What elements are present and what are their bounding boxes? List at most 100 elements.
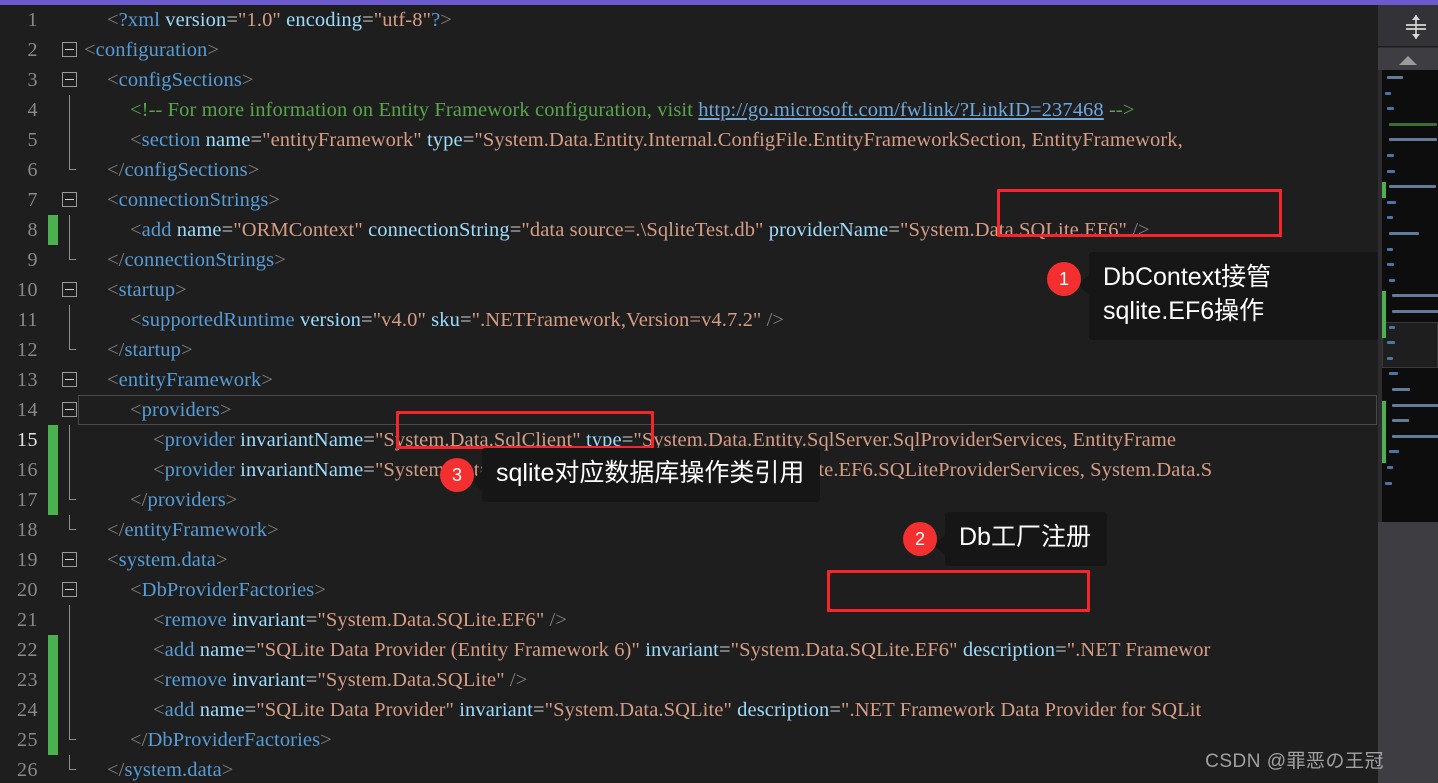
line-number: 13 bbox=[17, 368, 38, 391]
code-line-text: <remove invariant="System.Data.SQLite" /… bbox=[153, 668, 528, 691]
doc-link[interactable]: http://go.microsoft.com/fwlink/?LinkID=2… bbox=[698, 99, 1104, 121]
change-indicator bbox=[48, 665, 58, 695]
minimap-line bbox=[1391, 388, 1411, 391]
change-indicator bbox=[48, 335, 58, 365]
change-indicator bbox=[48, 155, 58, 185]
fold-guide-line bbox=[58, 755, 82, 783]
minimap-line bbox=[1387, 263, 1395, 267]
fold-collapse-icon[interactable] bbox=[58, 575, 82, 605]
minimap-line bbox=[1389, 450, 1399, 454]
minimap-line bbox=[1387, 247, 1394, 251]
minimap-line bbox=[1385, 481, 1392, 485]
code-line[interactable]: 22 <add name="SQLite Data Provider (Entit… bbox=[0, 635, 1378, 665]
fold-guide-line bbox=[58, 635, 82, 665]
code-line[interactable]: 7 <connectionStrings> bbox=[0, 185, 1378, 215]
fold-guide-line bbox=[58, 725, 82, 755]
change-indicator bbox=[48, 275, 58, 305]
minimap-line bbox=[1387, 356, 1394, 360]
callout-3: 3 sqlite对应数据库操作类引用 bbox=[440, 448, 821, 502]
change-indicator bbox=[48, 485, 58, 515]
line-number: 21 bbox=[17, 608, 38, 631]
line-number: 11 bbox=[17, 308, 38, 331]
code-line-text: </providers> bbox=[130, 488, 238, 511]
fold-guide-line bbox=[58, 5, 82, 35]
code-line[interactable]: 18 </entityFramework> bbox=[0, 515, 1378, 545]
fold-guide-line bbox=[58, 125, 82, 155]
line-number: 10 bbox=[17, 278, 38, 301]
code-line-text: </connectionStrings> bbox=[107, 248, 286, 271]
line-number: 6 bbox=[27, 158, 38, 181]
minimap-change-indicator bbox=[1382, 182, 1386, 198]
line-number: 2 bbox=[27, 38, 38, 61]
line-number: 12 bbox=[17, 338, 38, 361]
code-line[interactable]: 14 <providers> bbox=[0, 395, 1378, 425]
fold-collapse-icon[interactable] bbox=[58, 395, 82, 425]
split-view-button[interactable] bbox=[1378, 5, 1438, 47]
minimap[interactable] bbox=[1382, 70, 1438, 522]
line-number: 4 bbox=[27, 98, 38, 121]
code-line[interactable]: 21 <remove invariant="System.Data.SQLite.… bbox=[0, 605, 1378, 635]
fold-collapse-icon[interactable] bbox=[58, 365, 82, 395]
code-line[interactable]: 12 </startup> bbox=[0, 335, 1378, 365]
code-line-text: <configSections> bbox=[107, 68, 254, 91]
fold-collapse-icon[interactable] bbox=[58, 35, 82, 65]
code-line[interactable]: 25 </DbProviderFactories> bbox=[0, 725, 1378, 755]
fold-guide-line bbox=[58, 155, 82, 185]
code-line[interactable]: 26 </system.data> bbox=[0, 755, 1378, 783]
callout-1-text: DbContext接管sqlite.EF6操作 bbox=[1089, 252, 1385, 340]
chevron-up-icon bbox=[1399, 56, 1417, 65]
line-number: 26 bbox=[17, 758, 38, 781]
fold-collapse-icon[interactable] bbox=[58, 185, 82, 215]
change-indicator bbox=[48, 65, 58, 95]
code-line-list: 1 <?xml version="1.0" encoding="utf-8"?> 2… bbox=[0, 5, 1378, 783]
code-line[interactable]: 24 <add name="SQLite Data Provider" invar… bbox=[0, 695, 1378, 725]
line-number: 7 bbox=[27, 188, 38, 211]
code-line[interactable]: 8 <add name="ORMContext" connectionString… bbox=[0, 215, 1378, 245]
fold-guide-line bbox=[58, 665, 82, 695]
change-indicator bbox=[48, 605, 58, 635]
code-line[interactable]: 23 <remove invariant="System.Data.SQLite"… bbox=[0, 665, 1378, 695]
code-line[interactable]: 13 <entityFramework> bbox=[0, 365, 1378, 395]
minimap-line bbox=[1387, 107, 1394, 111]
callout-1-badge: 1 bbox=[1047, 262, 1081, 296]
line-number: 9 bbox=[27, 248, 38, 271]
line-number: 15 bbox=[17, 428, 38, 451]
code-line[interactable]: 19 <system.data> bbox=[0, 545, 1378, 575]
minimap-line bbox=[1385, 91, 1392, 95]
fold-collapse-icon[interactable] bbox=[58, 65, 82, 95]
change-indicator bbox=[48, 575, 58, 605]
code-editor-surface[interactable]: 1 <?xml version="1.0" encoding="utf-8"?> 2… bbox=[0, 5, 1378, 783]
code-line[interactable]: 4 <!-- For more information on Entity Fra… bbox=[0, 95, 1378, 125]
minimap-change-indicator bbox=[1382, 431, 1386, 448]
code-line[interactable]: 1 <?xml version="1.0" encoding="utf-8"?> bbox=[0, 5, 1378, 35]
line-number: 18 bbox=[17, 518, 38, 541]
change-indicator bbox=[48, 185, 58, 215]
code-line-text: <section name="entityFramework" type="Sy… bbox=[130, 128, 1183, 151]
fold-collapse-icon[interactable] bbox=[58, 275, 82, 305]
line-number: 1 bbox=[27, 8, 38, 31]
code-line[interactable]: 3 <configSections> bbox=[0, 65, 1378, 95]
callout-1: 1 DbContext接管sqlite.EF6操作 bbox=[1047, 252, 1385, 340]
fold-collapse-icon[interactable] bbox=[58, 545, 82, 575]
code-line[interactable]: 6 </configSections> bbox=[0, 155, 1378, 185]
code-line-text: <supportedRuntime version="v4.0" sku=".N… bbox=[130, 308, 785, 331]
line-number: 16 bbox=[17, 458, 38, 481]
code-line-text: </DbProviderFactories> bbox=[130, 728, 332, 751]
change-indicator bbox=[48, 125, 58, 155]
code-line[interactable]: 2 <configuration> bbox=[0, 35, 1378, 65]
minimap-line bbox=[1389, 278, 1396, 282]
change-indicator bbox=[48, 365, 58, 395]
line-number: 25 bbox=[17, 728, 38, 751]
change-indicator bbox=[48, 95, 58, 125]
line-number: 17 bbox=[17, 488, 38, 511]
change-indicator bbox=[48, 425, 58, 455]
minimap-viewport[interactable] bbox=[1382, 322, 1438, 368]
code-line[interactable]: 20 <DbProviderFactories> bbox=[0, 575, 1378, 605]
code-line[interactable]: 5 <section name="entityFramework" type="S… bbox=[0, 125, 1378, 155]
scroll-up-button[interactable] bbox=[1378, 48, 1438, 70]
change-indicator bbox=[48, 755, 58, 783]
change-indicator bbox=[48, 305, 58, 335]
watermark: CSDN @罪恶の王冠 bbox=[1205, 751, 1384, 772]
code-line-text: <system.data> bbox=[107, 548, 228, 571]
fold-guide-line bbox=[58, 305, 82, 335]
